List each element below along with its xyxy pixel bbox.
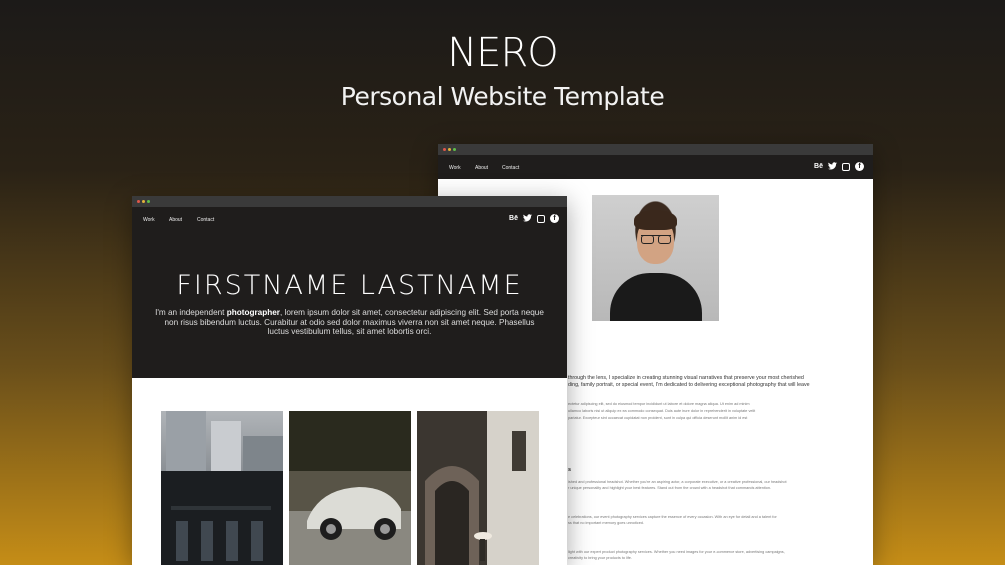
maximize-dot-icon[interactable] [147, 200, 150, 203]
front-browser-window: Work About Contact Bē f FIRSTNAME LASTNA… [132, 196, 567, 565]
site-navbar: Work About Contact Bē f [438, 155, 873, 179]
window-titlebar [132, 196, 567, 207]
twitter-icon[interactable] [523, 214, 532, 223]
nav-contact-link[interactable]: Contact [197, 217, 214, 223]
hero-title: NERO [447, 30, 558, 76]
behance-icon[interactable]: Bē [814, 162, 823, 171]
lorem-text-line: ectetur adipiscing elit, sed do eiusmod … [568, 402, 750, 406]
window-titlebar [438, 144, 873, 155]
nav-work-link[interactable]: Work [449, 165, 461, 171]
lorem-text-line: ullamco laboris nisi ut aliquip ex ea co… [568, 409, 756, 413]
twitter-icon[interactable] [828, 162, 837, 171]
service-text-line: r unique personality and highlight your … [568, 486, 772, 490]
intro-highlight: photographer [226, 308, 280, 317]
service-text-line: ss that no important memory goes unnotic… [568, 521, 644, 525]
site-header: Work About Contact Bē f FIRSTNAME LASTNA… [132, 207, 567, 378]
facebook-icon[interactable]: f [855, 162, 864, 171]
intro-paragraph: I'm an independent photographer, lorem i… [155, 308, 544, 336]
instagram-icon[interactable] [842, 162, 850, 171]
gallery-photo-buildings[interactable] [161, 411, 283, 565]
about-text-line: ding, family portrait, or special event,… [568, 382, 810, 388]
gallery-photo-street[interactable] [417, 411, 539, 565]
nav-contact-link[interactable]: Contact [502, 165, 519, 171]
instagram-icon[interactable] [537, 214, 545, 223]
behance-icon[interactable]: Bē [509, 214, 518, 223]
portrait-photo [592, 195, 719, 321]
about-text-line: through the lens, I specialize in creati… [568, 375, 804, 381]
maximize-dot-icon[interactable] [453, 148, 456, 151]
lorem-text-line: pariatur. Excepteur sint occaecat cupida… [568, 416, 748, 420]
close-dot-icon[interactable] [443, 148, 446, 151]
minimize-dot-icon[interactable] [448, 148, 451, 151]
service-text-line: creativity to bring your products to lif… [568, 556, 632, 560]
close-dot-icon[interactable] [137, 200, 140, 203]
site-name-heading: FIRSTNAME LASTNAME [176, 270, 523, 301]
hero-subtitle: Personal Website Template [340, 82, 665, 111]
facebook-icon[interactable]: f [550, 214, 559, 223]
nav-about-link[interactable]: About [475, 165, 488, 171]
nav-about-link[interactable]: About [169, 217, 182, 223]
services-heading: s [568, 467, 572, 473]
gallery-photo-car[interactable] [289, 411, 411, 565]
minimize-dot-icon[interactable] [142, 200, 145, 203]
nav-work-link[interactable]: Work [143, 217, 155, 223]
